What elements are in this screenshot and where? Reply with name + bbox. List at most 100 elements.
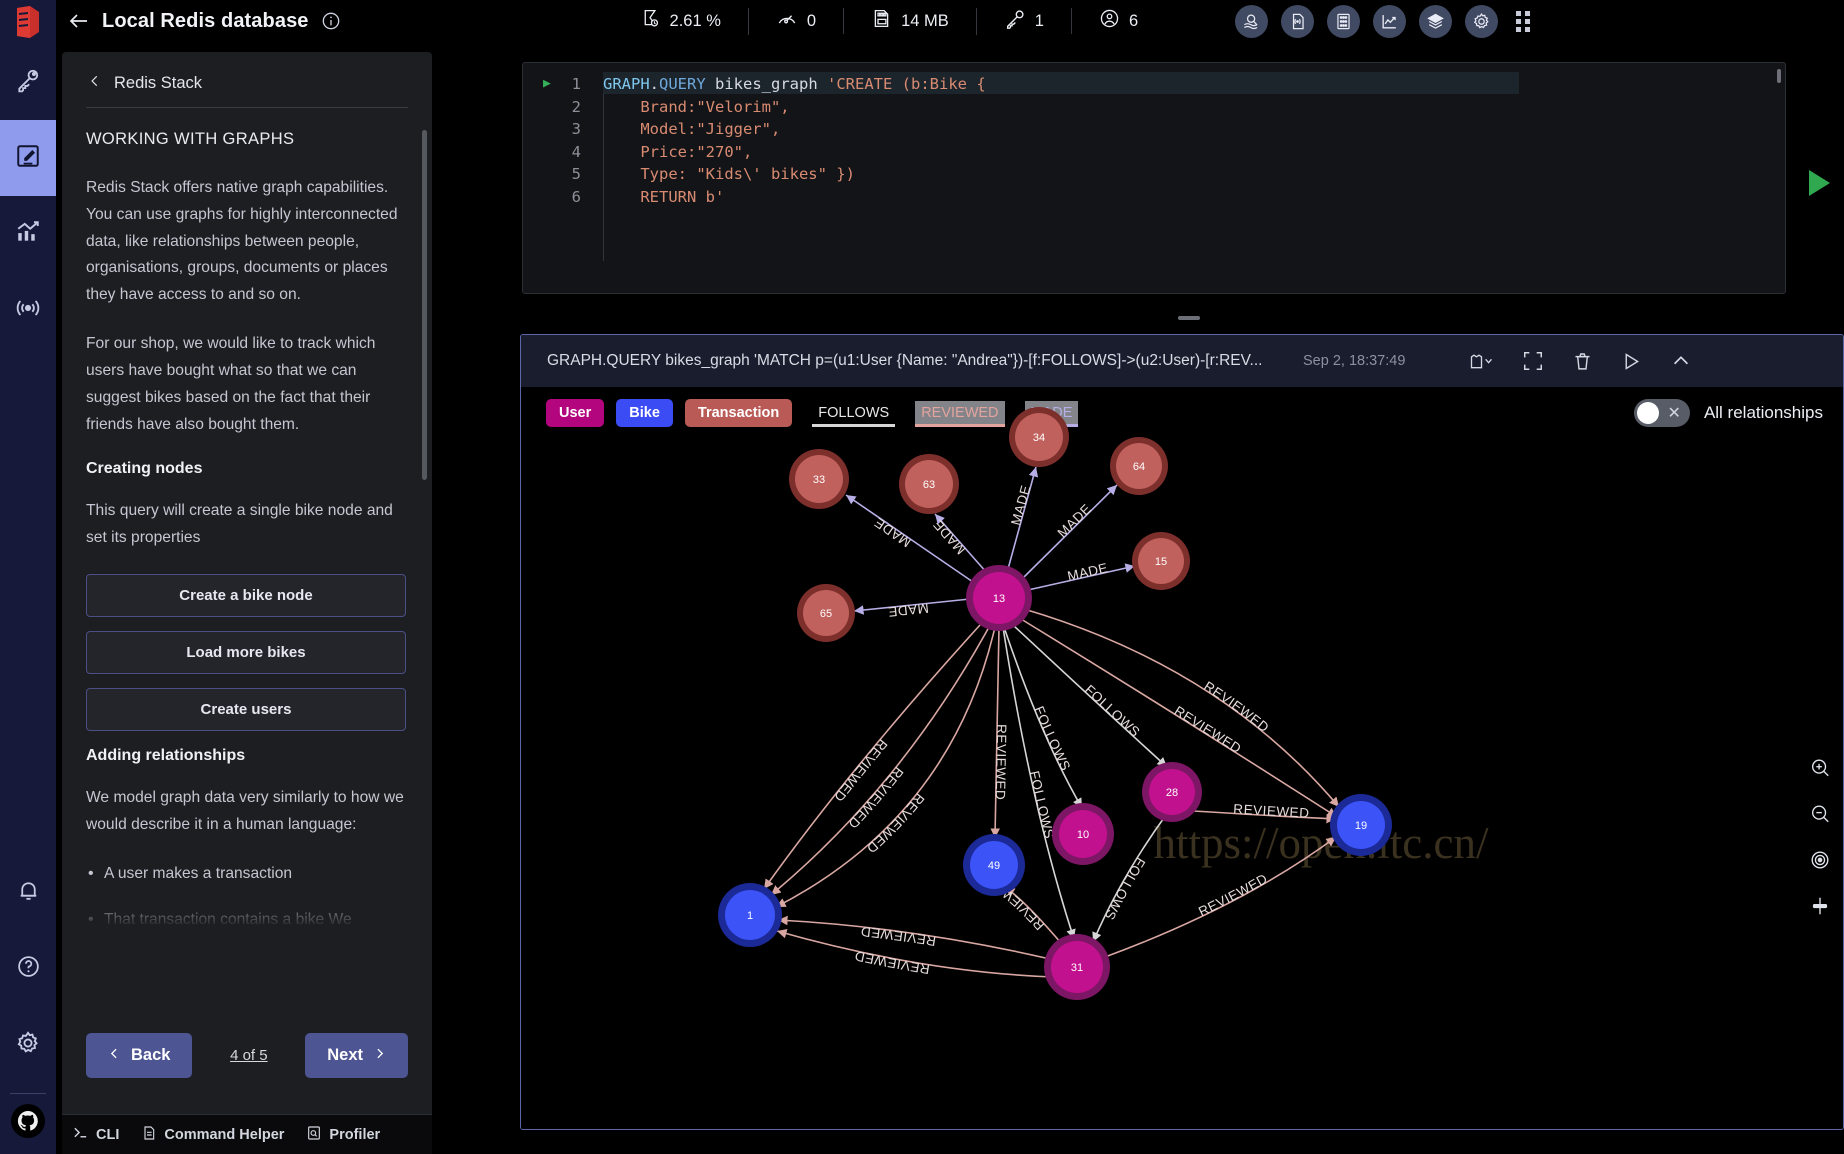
run-query-button[interactable]	[1806, 168, 1832, 198]
zoom-in-icon[interactable]	[1809, 757, 1831, 779]
svg-text:63: 63	[923, 479, 935, 491]
query-editor[interactable]: ▶ 1 GRAPH.QUERY bikes_graph 'CREATE (b:B…	[522, 62, 1786, 294]
back-button[interactable]	[56, 9, 102, 33]
editor-scrollbar[interactable]	[1777, 69, 1781, 83]
tutorial-section-title-2: Adding relationships	[86, 746, 246, 764]
svg-text:49: 49	[988, 860, 1000, 872]
edge-label: FOLLOWS	[1031, 704, 1073, 773]
terminal-icon	[72, 1124, 89, 1145]
question-circle-icon	[16, 954, 41, 984]
svg-text:10: 10	[1077, 829, 1089, 841]
graph-node: 34	[1009, 407, 1069, 467]
metric-cpu-value: 2.61 %	[669, 11, 721, 30]
delete-icon[interactable]	[1572, 350, 1593, 372]
editor-line: ▶ 1 GRAPH.QUERY bikes_graph 'CREATE (b:B…	[543, 73, 1769, 96]
metric-cpu: 2.61 %	[613, 8, 748, 34]
edge-label: REVIEWED	[1196, 871, 1270, 920]
line-code: Price:"270",	[603, 142, 753, 161]
github-icon[interactable]	[11, 1104, 45, 1138]
metric-clients: 6	[1070, 8, 1165, 34]
graph-visualization[interactable]: User Bike Transaction FOLLOWS REVIEWED M…	[521, 387, 1844, 1130]
chevron-left-icon	[108, 1046, 121, 1065]
back-button[interactable]: Back	[86, 1032, 193, 1078]
metric-clients-value: 6	[1128, 11, 1139, 30]
tutorial-section-title-1: Creating nodes	[86, 460, 203, 478]
result-query-text[interactable]: GRAPH.QUERY bikes_graph 'MATCH p=(u1:Use…	[547, 352, 1267, 370]
profiler-button[interactable]: Profiler	[306, 1125, 380, 1145]
svg-text:31: 31	[1071, 962, 1083, 974]
timeseries-icon[interactable]	[1327, 4, 1361, 38]
tutorial-section-text-2: We model graph data very similarly to ho…	[86, 788, 404, 833]
center-icon[interactable]	[1809, 849, 1831, 871]
memory-card-icon	[871, 8, 892, 34]
page-title: Local Redis database	[102, 9, 309, 32]
tutorial-paragraph-2: For our shop, we would like to track whi…	[86, 335, 376, 433]
create-bike-node-button[interactable]: Create a bike node	[86, 573, 406, 617]
edge-label: REVIEWED	[853, 948, 931, 977]
user-icon	[1099, 8, 1120, 34]
panel-resize-handle[interactable]	[1178, 316, 1200, 320]
cli-button[interactable]: CLI	[72, 1124, 119, 1145]
command-helper-label: Command Helper	[164, 1126, 285, 1143]
view-switch-icon[interactable]	[1469, 350, 1494, 372]
speedometer-icon	[776, 8, 798, 35]
edge-label: FOLLOWS	[1082, 682, 1143, 740]
page-counter[interactable]: 4 of 5	[230, 1047, 268, 1064]
sidebar-item-analysis[interactable]	[0, 196, 56, 272]
fullscreen-icon[interactable]	[1522, 350, 1544, 372]
result-timestamp: Sep 2, 18:37:49	[1303, 353, 1406, 369]
help-button[interactable]	[0, 931, 56, 1007]
settings-button[interactable]	[0, 1007, 56, 1083]
profiler-icon	[306, 1125, 322, 1145]
command-helper-button[interactable]: Command Helper	[141, 1125, 284, 1145]
chevron-right-icon	[373, 1046, 386, 1065]
line-number: 2	[571, 97, 581, 116]
zoom-out-icon[interactable]	[1809, 803, 1831, 825]
line-number: 4	[571, 142, 581, 161]
profiler-label: Profiler	[329, 1126, 381, 1143]
sidebar-item-workbench[interactable]	[0, 120, 56, 196]
graph-node: 15	[1132, 532, 1190, 590]
create-users-button[interactable]: Create users	[86, 687, 406, 731]
graph-canvas[interactable]: MADE MADE MADE MADE MADE MADE REVIEWED R…	[521, 387, 1844, 1130]
svg-text:15: 15	[1155, 556, 1167, 568]
collapse-icon[interactable]	[1670, 350, 1692, 372]
top-bar: Local Redis database 2.61 % 0 14 MB 1 6	[56, 0, 1844, 42]
redis-logo	[0, 0, 56, 44]
tutorial-paragraph-1: Redis Stack offers native graph capabili…	[86, 179, 398, 304]
notifications-button[interactable]	[0, 855, 56, 931]
breadcrumb[interactable]: Redis Stack	[62, 52, 432, 107]
tutorial-scrollbar[interactable]	[422, 130, 427, 480]
content-fade	[62, 894, 432, 928]
svg-text:65: 65	[820, 608, 832, 620]
line-code: Brand:"Velorim",	[603, 97, 790, 116]
line-number: 1	[571, 75, 581, 93]
graph-node: 64	[1110, 437, 1168, 495]
svg-text:1: 1	[747, 910, 753, 922]
metric-memory: 14 MB	[843, 8, 976, 34]
edit-square-icon	[15, 143, 41, 174]
graph-node: 1	[718, 883, 782, 947]
fit-icon[interactable]	[1809, 895, 1831, 917]
metric-commands-value: 0	[806, 11, 817, 30]
tutorial-heading: WORKING WITH GRAPHS	[86, 130, 295, 148]
graph-line-icon[interactable]	[1373, 4, 1407, 38]
next-button[interactable]: Next	[305, 1032, 408, 1078]
sidebar-item-pubsub[interactable]	[0, 272, 56, 348]
rerun-icon[interactable]	[1621, 351, 1642, 372]
search-stack-icon[interactable]	[1235, 4, 1269, 38]
tool-icons-group	[1235, 4, 1499, 38]
editor-lines[interactable]: ▶ 1 GRAPH.QUERY bikes_graph 'CREATE (b:B…	[543, 73, 1769, 281]
json-document-icon[interactable]	[1281, 4, 1315, 38]
graph-nodes[interactable]: 33 63 34 64 15 65 13 1 49 19 10 28 31	[718, 407, 1392, 1000]
drag-grip-icon[interactable]	[1516, 10, 1531, 32]
graph-node: 10	[1052, 803, 1114, 865]
info-icon[interactable]	[321, 11, 341, 31]
run-line-icon[interactable]: ▶	[543, 73, 569, 96]
left-rail	[0, 0, 56, 1154]
gear-icon[interactable]	[1465, 4, 1499, 38]
load-more-bikes-button[interactable]: Load more bikes	[86, 630, 406, 674]
list-item: A user makes a transaction	[86, 860, 406, 888]
sidebar-item-browser[interactable]	[0, 44, 56, 120]
layers-icon[interactable]	[1419, 4, 1453, 38]
